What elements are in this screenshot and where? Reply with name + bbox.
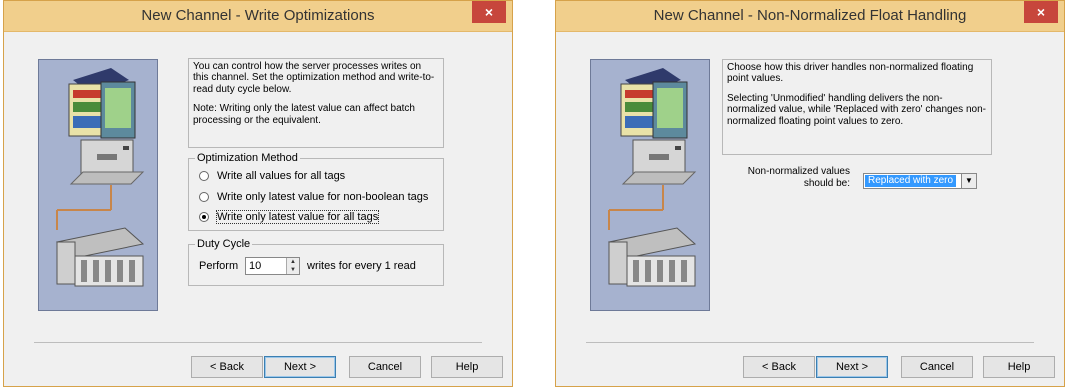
group-legend: Duty Cycle (195, 238, 253, 250)
cancel-button[interactable]: Cancel (349, 356, 421, 378)
non-normalized-label: Non-normalized values should be: (726, 166, 850, 190)
back-button[interactable]: < Back (191, 356, 263, 378)
radio-button[interactable] (199, 192, 209, 202)
help-button[interactable]: Help (431, 356, 503, 378)
writes-per-read-stepper[interactable]: 10 ▲ ▼ (245, 257, 300, 275)
perform-label: Perform (199, 260, 239, 272)
duty-cycle-group: Duty Cycle Perform 10 ▲ ▼ writes for ever… (188, 238, 444, 286)
dialog-title: New Channel - Write Optimizations (141, 7, 375, 24)
cancel-button[interactable]: Cancel (901, 356, 973, 378)
write-optimizations-dialog: New Channel - Write Optimizations × You … (3, 0, 513, 387)
title-bar: New Channel - Write Optimizations × (4, 1, 512, 32)
field-label-line1: Non-normalized values (747, 166, 850, 177)
help-button[interactable]: Help (983, 356, 1055, 378)
close-icon[interactable]: × (472, 1, 506, 23)
optimization-method-group: Optimization Method Write all values for… (188, 152, 444, 231)
description-box: Choose how this driver handles non-norma… (722, 59, 992, 155)
radio-write-latest-all-tags[interactable]: Write only latest value for all tags (199, 210, 380, 224)
duty-cycle-suffix: writes for every 1 read (307, 260, 416, 272)
back-button[interactable]: < Back (743, 356, 815, 378)
float-handling-select[interactable]: Replaced with zero ▼ (863, 173, 977, 189)
description-text: Choose how this driver handles non-norma… (727, 62, 974, 85)
button-separator (34, 342, 482, 343)
next-button[interactable]: Next > (264, 356, 336, 378)
radio-write-all-values[interactable]: Write all values for all tags (199, 169, 345, 183)
description-text: You can control how the server processes… (193, 61, 435, 95)
radio-button-selected[interactable] (199, 212, 209, 222)
selected-option[interactable]: Replaced with zero (863, 174, 958, 188)
chevron-down-icon[interactable]: ▼ (961, 174, 976, 188)
computer-hardware-icon (39, 60, 157, 310)
radio-button[interactable] (199, 171, 209, 181)
spin-up-down-icon[interactable]: ▲ ▼ (286, 258, 299, 274)
button-separator (586, 342, 1034, 343)
group-legend: Optimization Method (195, 152, 300, 164)
next-button[interactable]: Next > (816, 356, 888, 378)
radio-label[interactable]: Write all values for all tags (217, 170, 345, 182)
detail-text: Selecting 'Unmodified' handling delivers… (727, 92, 986, 127)
computer-hardware-icon (591, 60, 709, 310)
stepper-value[interactable]: 10 (249, 260, 261, 272)
wizard-illustration (38, 59, 158, 311)
non-normalized-float-dialog: New Channel - Non-Normalized Float Handl… (555, 0, 1065, 387)
title-bar: New Channel - Non-Normalized Float Handl… (556, 1, 1064, 32)
radio-label[interactable]: Write only latest value for all tags (215, 210, 380, 224)
dialog-title: New Channel - Non-Normalized Float Handl… (653, 7, 967, 24)
description-box: You can control how the server processes… (188, 58, 444, 148)
wizard-illustration (590, 59, 710, 311)
radio-write-latest-non-boolean[interactable]: Write only latest value for non-boolean … (199, 190, 428, 204)
field-label-line2: should be: (803, 178, 850, 189)
close-icon[interactable]: × (1024, 1, 1058, 23)
radio-label[interactable]: Write only latest value for non-boolean … (217, 191, 428, 203)
note-text: Note: Writing only the latest value can … (193, 103, 415, 126)
